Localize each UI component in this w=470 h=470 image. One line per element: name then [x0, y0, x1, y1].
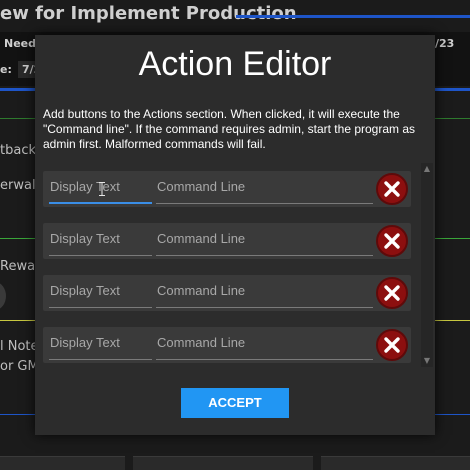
- display-text-input[interactable]: Display Text: [49, 226, 152, 256]
- background-toggle[interactable]: [0, 282, 6, 310]
- action-list: Display Text Command Line Display Text C…: [43, 163, 419, 367]
- command-line-input[interactable]: Command Line: [156, 226, 373, 256]
- scroll-down-arrow-icon[interactable]: ▼: [421, 355, 433, 367]
- accept-button[interactable]: ACCEPT: [181, 388, 289, 418]
- delete-row-button[interactable]: [376, 329, 408, 361]
- action-row: Display Text Command Line: [43, 327, 411, 363]
- display-text-input[interactable]: Display Text: [49, 330, 152, 360]
- action-editor-dialog: Action Editor Add buttons to the Actions…: [35, 35, 435, 435]
- action-row: Display Text Command Line: [43, 171, 411, 207]
- background-page-title: ew for Implement Production: [0, 3, 297, 24]
- background-label-2: erwall: [0, 178, 40, 193]
- close-x-icon: [384, 181, 400, 197]
- scroll-up-arrow-icon[interactable]: ▲: [421, 163, 433, 175]
- delete-row-button[interactable]: [376, 225, 408, 257]
- delete-row-button[interactable]: [376, 277, 408, 309]
- background-field-label: e:: [0, 63, 12, 76]
- background-header-line: [236, 15, 470, 18]
- background-label-4: l Note: [0, 339, 39, 354]
- command-line-input[interactable]: Command Line: [156, 330, 373, 360]
- close-x-icon: [384, 337, 400, 353]
- text-cursor-icon: [99, 182, 105, 196]
- dialog-description: Add buttons to the Actions section. When…: [43, 107, 416, 151]
- background-label-5: or GM: [0, 359, 39, 374]
- delete-row-button[interactable]: [376, 173, 408, 205]
- command-line-input[interactable]: Command Line: [156, 174, 373, 204]
- background-bottom-panel-1[interactable]: [0, 456, 125, 470]
- display-text-input[interactable]: Display Text: [49, 278, 152, 308]
- background-date-fragment: /23: [435, 37, 455, 50]
- background-bottom-panel-2[interactable]: [133, 456, 313, 470]
- action-list-scrollbar[interactable]: ▲ ▼: [421, 163, 433, 367]
- background-bottom-panel-3[interactable]: [321, 456, 470, 470]
- command-line-input[interactable]: Command Line: [156, 278, 373, 308]
- background-label-1: tback: [0, 143, 36, 158]
- dialog-title: Action Editor: [138, 45, 332, 83]
- action-row: Display Text Command Line: [43, 275, 411, 311]
- action-row: Display Text Command Line: [43, 223, 411, 259]
- close-x-icon: [384, 233, 400, 249]
- close-x-icon: [384, 285, 400, 301]
